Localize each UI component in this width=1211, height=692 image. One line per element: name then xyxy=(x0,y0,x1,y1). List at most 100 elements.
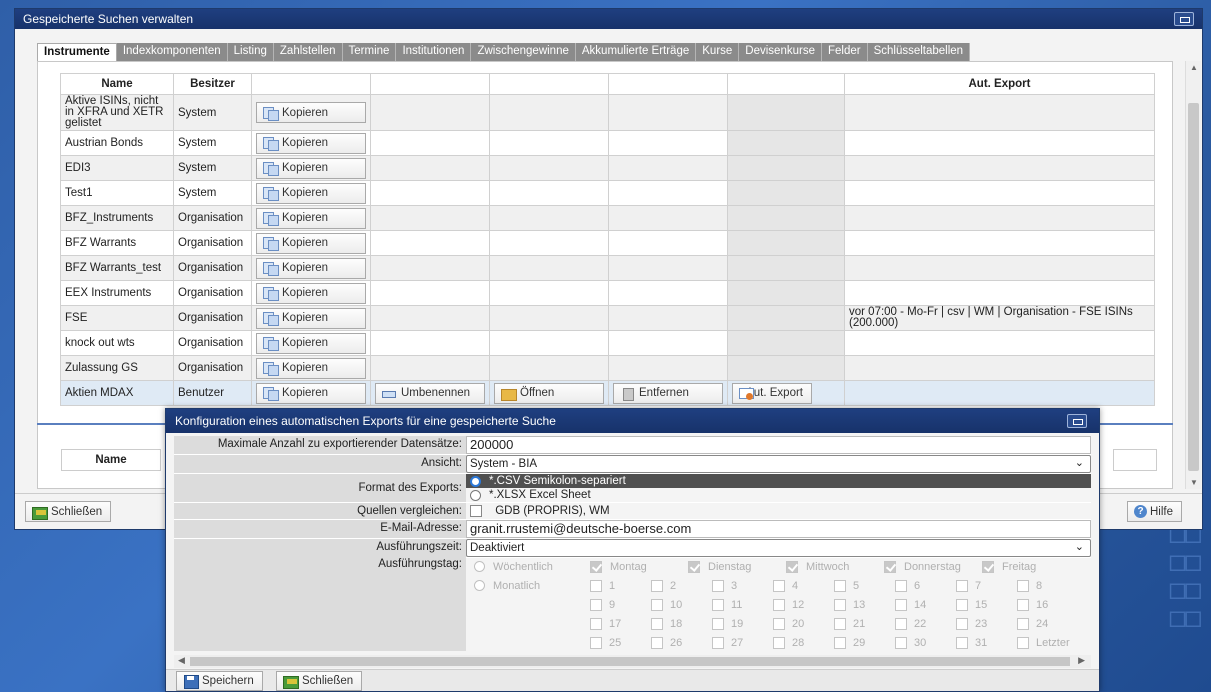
tab-felder[interactable]: Felder xyxy=(821,43,868,61)
month-day-checkbox[interactable] xyxy=(1017,617,1029,630)
table-row[interactable]: Test1 System Kopieren xyxy=(60,180,1155,206)
weekday-checkbox[interactable] xyxy=(590,560,602,573)
tab-termine[interactable]: Termine xyxy=(342,43,397,61)
open-button[interactable]: Öffnen xyxy=(494,382,604,404)
vertical-scrollbar[interactable]: ▲ ▼ xyxy=(1185,61,1201,489)
month-day-checkbox[interactable] xyxy=(590,598,602,611)
month-day-checkbox[interactable] xyxy=(956,617,968,630)
monthly-radio[interactable] xyxy=(474,580,485,591)
month-day-checkbox[interactable] xyxy=(712,579,724,592)
table-row[interactable]: Zulassung GS Organisation Kopieren xyxy=(60,355,1155,381)
copy-button[interactable]: Kopieren xyxy=(256,232,366,254)
weekday-checkbox[interactable] xyxy=(982,560,994,573)
copy-button[interactable]: Kopieren xyxy=(256,382,366,404)
month-day-checkbox[interactable] xyxy=(1017,579,1029,592)
scroll-up-icon[interactable]: ▲ xyxy=(1190,63,1198,72)
month-day-checkbox[interactable] xyxy=(895,598,907,611)
table-row[interactable]: Aktien MDAX Benutzer Kopieren Umbenennen Öff… xyxy=(60,380,1155,406)
month-day-checkbox[interactable] xyxy=(651,598,663,611)
table-row[interactable]: EDI3 System Kopieren xyxy=(60,155,1155,181)
dialog-close-button[interactable]: Schließen xyxy=(276,671,363,691)
tab-schlüsseltabellen[interactable]: Schlüsseltabellen xyxy=(867,43,971,61)
exec-time-select[interactable]: Deaktiviert ⌄ xyxy=(466,539,1091,557)
maximize-icon[interactable] xyxy=(1174,12,1194,26)
tab-instrumente[interactable]: Instrumente xyxy=(37,43,117,61)
copy-button[interactable]: Kopieren xyxy=(256,282,366,304)
copy-button[interactable]: Kopieren xyxy=(256,207,366,229)
table-row[interactable]: Aktive ISINs, nicht in XFRA und XETR gel… xyxy=(60,94,1155,131)
month-day-checkbox[interactable] xyxy=(712,636,724,649)
delete-button[interactable]: Entfernen xyxy=(613,382,723,404)
month-day-checkbox[interactable] xyxy=(895,636,907,649)
table-row[interactable]: BFZ Warrants Organisation Kopieren xyxy=(60,230,1155,256)
month-day-checkbox[interactable] xyxy=(712,598,724,611)
copy-button[interactable]: Kopieren xyxy=(256,132,366,154)
table-row[interactable]: knock out wts Organisation Kopieren xyxy=(60,330,1155,356)
copy-button[interactable]: Kopieren xyxy=(256,182,366,204)
table-row[interactable]: Austrian Bonds System Kopieren xyxy=(60,130,1155,156)
table-row[interactable]: EEX Instruments Organisation Kopieren xyxy=(60,280,1155,306)
month-day-checkbox[interactable] xyxy=(590,579,602,592)
month-day-checkbox[interactable] xyxy=(956,636,968,649)
month-day-checkbox[interactable] xyxy=(956,598,968,611)
month-day-checkbox[interactable] xyxy=(651,636,663,649)
tab-institutionen[interactable]: Institutionen xyxy=(396,43,472,61)
column-header-name[interactable]: Name xyxy=(60,73,174,95)
max-records-input[interactable]: 200000 xyxy=(466,436,1091,454)
close-button[interactable]: Schließen xyxy=(25,501,112,522)
weekday-checkbox[interactable] xyxy=(786,560,798,573)
save-button[interactable]: Speichern xyxy=(176,671,263,691)
format-option-xlsx[interactable]: *.XLSX Excel Sheet xyxy=(466,488,1091,502)
copy-button[interactable]: Kopieren xyxy=(256,102,366,123)
month-day-checkbox[interactable] xyxy=(651,579,663,592)
copy-button[interactable]: Kopieren xyxy=(256,357,366,379)
month-day-checkbox[interactable] xyxy=(1017,636,1029,649)
second-table-header-name[interactable]: Name xyxy=(61,449,161,471)
month-day-checkbox[interactable] xyxy=(834,617,846,630)
view-select[interactable]: System - BIA ⌄ xyxy=(466,455,1091,473)
month-day-checkbox[interactable] xyxy=(956,579,968,592)
scrollbar-thumb[interactable] xyxy=(1188,103,1199,471)
month-day-checkbox[interactable] xyxy=(773,636,785,649)
table-row[interactable]: FSE Organisation Kopieren vor 07:00 - Mo-Fr… xyxy=(60,305,1155,331)
month-day-checkbox[interactable] xyxy=(773,579,785,592)
main-window-titlebar[interactable]: Gespeicherte Suchen verwalten xyxy=(15,9,1202,29)
scroll-left-icon[interactable]: ◀ xyxy=(178,655,185,666)
month-day-checkbox[interactable] xyxy=(895,617,907,630)
copy-button[interactable]: Kopieren xyxy=(256,157,366,179)
tab-devisenkurse[interactable]: Devisenkurse xyxy=(739,43,822,61)
hscrollbar-thumb[interactable] xyxy=(190,657,1070,666)
copy-button[interactable]: Kopieren xyxy=(256,332,366,354)
column-header-owner[interactable]: Besitzer xyxy=(173,73,252,95)
weekday-checkbox[interactable] xyxy=(884,560,896,573)
dialog-maximize-icon[interactable] xyxy=(1067,414,1087,428)
email-input[interactable]: granit.rrustemi@deutsche-boerse.com xyxy=(466,520,1091,538)
tab-zahlstellen[interactable]: Zahlstellen xyxy=(273,43,343,61)
dialog-titlebar[interactable]: Konfiguration eines automatischen Export… xyxy=(166,409,1099,433)
table-row[interactable]: BFZ_Instruments Organisation Kopieren xyxy=(60,205,1155,231)
help-button[interactable]: ? Hilfe xyxy=(1127,501,1183,522)
tab-akkumulierte-erträge[interactable]: Akkumulierte Erträge xyxy=(575,43,697,61)
month-day-checkbox[interactable] xyxy=(1017,598,1029,611)
copy-button[interactable]: Kopieren xyxy=(256,307,366,329)
format-option-csv[interactable]: *.CSV Semikolon-separiert xyxy=(466,474,1091,488)
month-day-checkbox[interactable] xyxy=(773,598,785,611)
month-day-checkbox[interactable] xyxy=(895,579,907,592)
month-day-checkbox[interactable] xyxy=(590,617,602,630)
tab-zwischengewinne[interactable]: Zwischengewinne xyxy=(471,43,576,61)
tab-listing[interactable]: Listing xyxy=(227,43,274,61)
column-header-aut-export[interactable]: Aut. Export xyxy=(844,73,1155,95)
month-day-checkbox[interactable] xyxy=(590,636,602,649)
horizontal-scrollbar[interactable]: ◀ ▶ xyxy=(174,655,1091,668)
month-day-checkbox[interactable] xyxy=(834,636,846,649)
month-day-checkbox[interactable] xyxy=(834,598,846,611)
month-day-checkbox[interactable] xyxy=(712,617,724,630)
export-button[interactable]: Aut. Export xyxy=(732,382,812,404)
month-day-checkbox[interactable] xyxy=(773,617,785,630)
copy-button[interactable]: Kopieren xyxy=(256,257,366,279)
month-day-checkbox[interactable] xyxy=(834,579,846,592)
month-day-checkbox[interactable] xyxy=(651,617,663,630)
tab-kurse[interactable]: Kurse xyxy=(696,43,740,61)
weekly-radio[interactable] xyxy=(474,561,485,572)
tab-indexkomponenten[interactable]: Indexkomponenten xyxy=(116,43,228,61)
